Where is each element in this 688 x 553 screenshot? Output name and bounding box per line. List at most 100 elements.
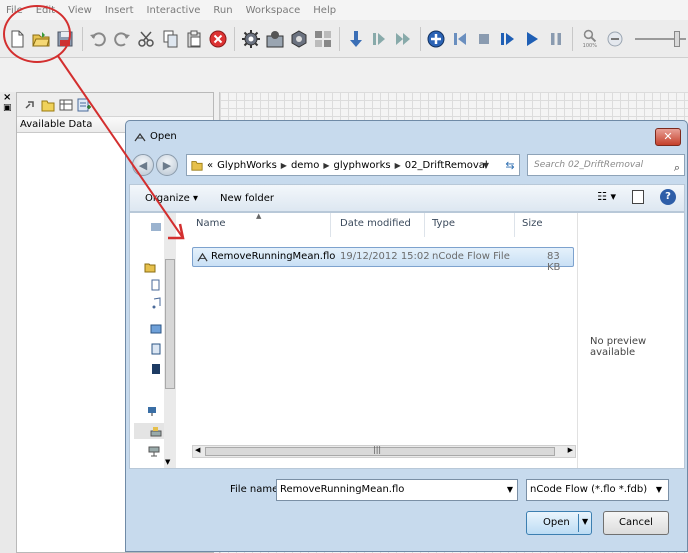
table-row[interactable]: RemoveRunningMean.flo 19/12/2012 15:02 n… — [192, 247, 574, 273]
step-button[interactable] — [370, 29, 389, 49]
help-button[interactable]: ? — [660, 189, 676, 205]
menu-workspace[interactable]: Workspace — [246, 5, 301, 16]
scroll-down-icon[interactable]: ▼ — [165, 458, 170, 466]
dock-pin-icon[interactable]: ▣ — [0, 103, 16, 113]
close-button[interactable]: ✕ — [655, 128, 681, 146]
new-folder-button[interactable]: New folder — [220, 193, 274, 204]
close-icon: ✕ — [663, 130, 673, 143]
computer-icon[interactable] — [150, 363, 162, 375]
folder-icon[interactable] — [41, 98, 55, 112]
documents-icon[interactable] — [150, 279, 162, 291]
open-button[interactable]: Open ▼ — [526, 511, 592, 535]
dock-close-icon[interactable]: × — [0, 92, 16, 103]
back-button[interactable]: ◀ — [132, 154, 154, 176]
library-button[interactable] — [265, 29, 284, 49]
fast-forward-button[interactable] — [394, 29, 413, 49]
column-header-size[interactable]: Size — [522, 218, 543, 229]
cut-button[interactable] — [137, 29, 156, 49]
pictures-icon[interactable] — [150, 323, 162, 335]
scrollbar-thumb[interactable] — [165, 259, 175, 389]
file-date-cell: 19/12/2012 15:02 — [340, 251, 430, 262]
left-dock-strip: × ▣ — [0, 92, 16, 553]
scroll-left-icon[interactable]: ◀ — [195, 446, 200, 454]
organize-button[interactable]: Organize ▾ — [145, 193, 198, 204]
menu-help[interactable]: Help — [313, 5, 336, 16]
zoom-button[interactable]: 100% — [579, 29, 600, 49]
nav-pane-scrollbar[interactable]: ▼ — [164, 213, 176, 468]
settings-button[interactable] — [241, 29, 260, 49]
breadcrumb-item[interactable]: GlyphWorks — [217, 160, 277, 171]
preview-pane-button[interactable] — [632, 190, 644, 204]
file-name-cell[interactable]: RemoveRunningMean.flo — [211, 251, 335, 262]
table-icon[interactable] — [59, 98, 73, 112]
open-button-label: Open — [543, 517, 570, 528]
chevron-right-icon[interactable]: ▶ — [281, 161, 287, 170]
delete-button[interactable] — [208, 29, 227, 49]
menu-file[interactable]: File — [6, 5, 23, 16]
menu-interactive[interactable]: Interactive — [147, 5, 201, 16]
pause-button[interactable] — [547, 29, 566, 49]
grid-add-icon[interactable] — [77, 98, 91, 112]
play-button[interactable] — [523, 29, 542, 49]
music-icon[interactable] — [150, 297, 162, 309]
zoom-out-button[interactable] — [605, 29, 624, 49]
column-header-name[interactable]: Name — [196, 218, 226, 229]
navigation-pane[interactable]: ▼ — [130, 213, 176, 468]
zoom-slider[interactable] — [633, 29, 688, 49]
paste-button[interactable] — [185, 29, 204, 49]
column-divider[interactable] — [514, 213, 515, 237]
open-folder-button[interactable] — [32, 29, 51, 49]
library-folder-icon[interactable] — [144, 261, 156, 273]
save-button[interactable] — [56, 29, 75, 49]
column-header-date[interactable]: Date modified — [340, 218, 411, 229]
search-icon[interactable]: ⌕ — [674, 158, 680, 178]
menu-edit[interactable]: Edit — [36, 5, 55, 16]
chevron-right-icon[interactable]: ▶ — [395, 161, 401, 170]
hex-tool-button[interactable] — [289, 29, 308, 49]
breadcrumb-prefix[interactable]: « — [207, 160, 213, 171]
breadcrumb-item[interactable]: glyphworks — [333, 160, 390, 171]
network-drive-icon[interactable] — [148, 445, 160, 457]
step-down-button[interactable] — [346, 29, 365, 49]
column-header-type[interactable]: Type — [432, 218, 455, 229]
file-type-select[interactable]: nCode Flow (*.flo *.fdb) ▼ — [526, 479, 669, 501]
search-input[interactable]: Search 02_DriftRemoval ⌕ — [527, 154, 685, 176]
breadcrumb[interactable]: « GlyphWorks ▶ demo ▶ glyphworks ▶ 02_Dr… — [186, 154, 520, 176]
skip-back-button[interactable] — [451, 29, 470, 49]
menu-run[interactable]: Run — [213, 5, 232, 16]
chevron-down-icon[interactable]: ▼ — [483, 161, 489, 170]
menu-view[interactable]: View — [68, 5, 92, 16]
breadcrumb-item[interactable]: 02_DriftRemoval — [405, 160, 488, 171]
redo-button[interactable] — [113, 29, 132, 49]
new-file-button[interactable] — [8, 29, 27, 49]
column-divider[interactable] — [330, 213, 331, 237]
copy-button[interactable] — [161, 29, 180, 49]
scroll-right-icon[interactable]: ▶ — [568, 446, 573, 454]
chevron-right-icon[interactable]: ▶ — [323, 161, 329, 170]
horizontal-scrollbar[interactable]: ◀ ||| ▶ — [192, 445, 576, 458]
zoom-slider-thumb[interactable] — [674, 30, 681, 47]
network-icon[interactable] — [146, 405, 158, 417]
play-pause-button[interactable] — [499, 29, 518, 49]
view-options-button[interactable]: ☷ ▾ — [597, 190, 616, 203]
layout-button[interactable] — [313, 29, 332, 49]
file-size-cell: 83 KB — [547, 251, 561, 273]
chevron-down-icon[interactable]: ▼ — [656, 480, 662, 500]
favorites-icon[interactable] — [150, 221, 162, 233]
refresh-button[interactable]: ⇆ — [501, 155, 519, 175]
menu-insert[interactable]: Insert — [105, 5, 134, 16]
cancel-button[interactable]: Cancel — [603, 511, 669, 535]
breadcrumb-item[interactable]: demo — [291, 160, 319, 171]
column-divider[interactable] — [424, 213, 425, 237]
chevron-down-icon[interactable]: ▼ — [582, 517, 588, 526]
add-button[interactable] — [427, 29, 446, 49]
stop-button[interactable] — [475, 29, 494, 49]
videos-icon[interactable] — [150, 343, 162, 355]
file-name-value[interactable]: RemoveRunningMean.flo — [280, 484, 404, 495]
file-name-field[interactable]: RemoveRunningMean.flo ▼ — [276, 479, 518, 501]
undo-button[interactable] — [89, 29, 108, 49]
chevron-down-icon[interactable]: ▼ — [507, 480, 513, 500]
drive-icon[interactable] — [150, 425, 162, 437]
forward-button[interactable]: ▶ — [156, 154, 178, 176]
link-icon[interactable] — [23, 98, 37, 112]
